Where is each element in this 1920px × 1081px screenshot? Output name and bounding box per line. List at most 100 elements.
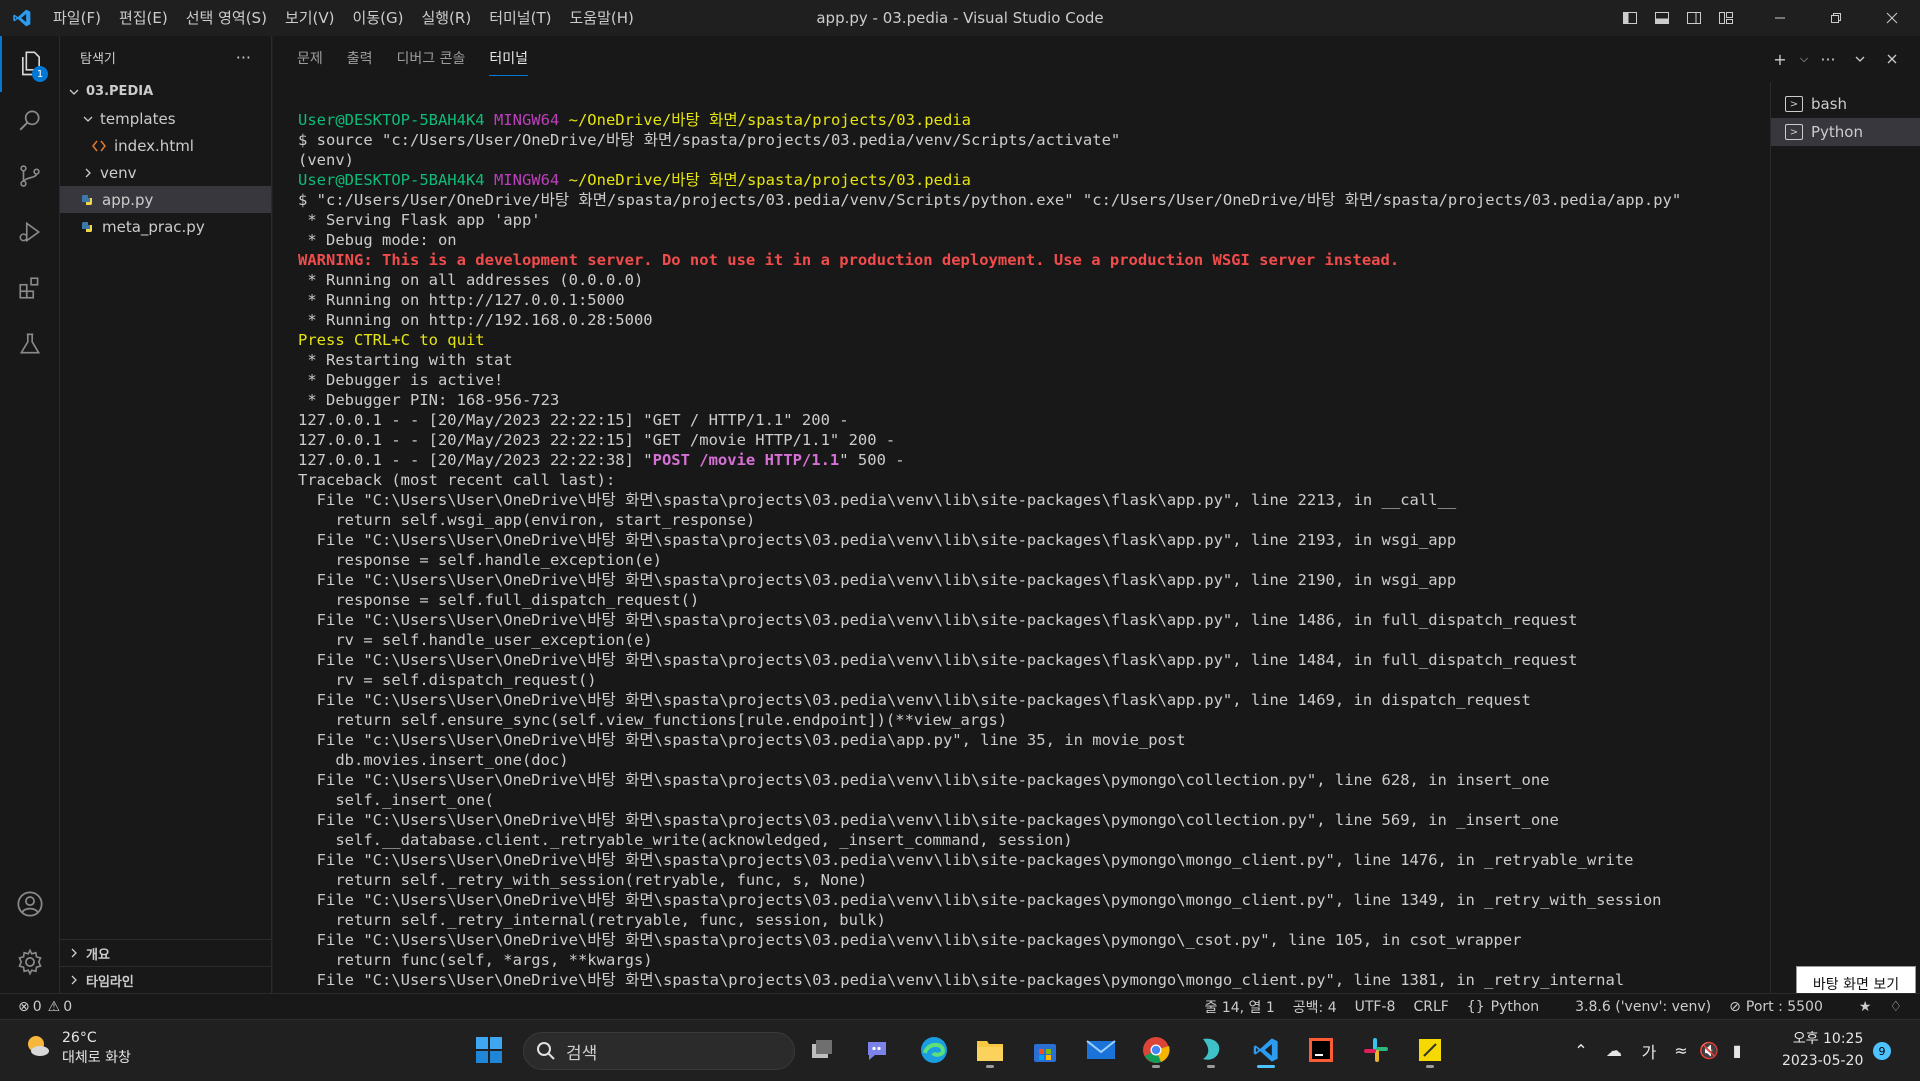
encoding[interactable]: UTF-8 — [1355, 999, 1396, 1015]
terminal-text-segment: " 500 - — [839, 451, 905, 469]
microsoft-store-icon[interactable] — [1025, 1030, 1065, 1070]
wifi-icon[interactable]: ≈ — [1666, 1041, 1696, 1060]
terminal-line: Press CTRL+C to quit — [298, 330, 1681, 350]
outline-section[interactable]: 개요 — [60, 939, 272, 966]
terminal-line: return self.ensure_sync(self.view_functi… — [298, 710, 1681, 730]
chevron-right-icon — [80, 168, 96, 178]
terminal-line: 127.0.0.1 - - [20/May/2023 22:22:15] "GE… — [298, 430, 1681, 450]
tab-terminal[interactable]: 터미널 — [489, 36, 528, 82]
tree-item-templates[interactable]: templates — [60, 105, 271, 132]
taskbar-search[interactable]: 검색 — [523, 1032, 795, 1070]
toggle-primary-sidebar-icon[interactable] — [1614, 0, 1646, 36]
slack-icon[interactable] — [1356, 1030, 1396, 1070]
speaker-muted-icon[interactable]: 🔇 — [1696, 1041, 1722, 1060]
onedrive-cloud-icon[interactable]: ☁ — [1596, 1041, 1632, 1060]
tree-item-index-html[interactable]: index.html — [60, 132, 271, 159]
panel-actions: + ⌵ ··· — [1764, 36, 1908, 82]
vscode-taskbar-icon[interactable] — [1246, 1030, 1286, 1070]
running-indicator — [1207, 1065, 1215, 1068]
run-debug-icon[interactable] — [0, 204, 60, 260]
menu-terminal[interactable]: 터미널(T) — [480, 0, 560, 36]
menu-file[interactable]: 파일(F) — [44, 0, 110, 36]
feedback-icon[interactable]: ★ — [1859, 999, 1872, 1015]
terminal-text-segment: File "C:\Users\User\OneDrive\바탕 화면\spast… — [298, 891, 1662, 909]
close-window-icon[interactable] — [1864, 0, 1920, 36]
menu-edit[interactable]: 편집(E) — [110, 0, 177, 36]
terminal-line: return self._retry_internal(retryable, f… — [298, 910, 1681, 930]
menu-run[interactable]: 실행(R) — [412, 0, 480, 36]
ime-indicator[interactable]: 가 — [1632, 1039, 1666, 1063]
windows-start-icon[interactable] — [469, 1030, 509, 1070]
terminal-text-segment: * Serving Flask app 'app' — [298, 211, 541, 229]
more-actions-button[interactable]: ··· — [236, 48, 251, 67]
terminal-output[interactable]: User@DESKTOP-5BAH4K4 MINGW64 ~/OneDrive/… — [273, 82, 1770, 993]
terminal-text-segment: File "C:\Users\User\OneDrive\바탕 화면\spast… — [298, 491, 1457, 509]
git-bash-icon[interactable] — [1191, 1030, 1231, 1070]
python-interpreter[interactable]: 3.8.6 ('venv': venv) — [1575, 999, 1711, 1015]
problems-status[interactable]: ⊗ 0 ⚠ 0 — [0, 999, 72, 1015]
show-hidden-icons-chevron-icon[interactable]: ⌃ — [1566, 1041, 1596, 1060]
tree-item-venv[interactable]: venv — [60, 159, 271, 186]
account-icon[interactable] — [0, 876, 60, 932]
customize-layout-icon[interactable] — [1710, 0, 1742, 36]
teams-chat-icon[interactable] — [858, 1030, 898, 1070]
terminal-text-segment: * Running on http://192.168.0.28:5000 — [298, 311, 653, 329]
terminal-text-segment: File "C:\Users\User\OneDrive\바탕 화면\spast… — [298, 531, 1457, 549]
terminal-text-segment: response = self.handle_exception(e) — [298, 551, 662, 569]
language-mode[interactable]: {} Python — [1467, 999, 1557, 1015]
mail-icon[interactable] — [1081, 1030, 1121, 1070]
maximize-panel-chevron-icon[interactable] — [1844, 44, 1876, 74]
sticky-notes-icon[interactable] — [1410, 1030, 1450, 1070]
html-file-icon — [90, 140, 108, 152]
weather-widget[interactable]: 26°C 대체로 화창 — [24, 1028, 131, 1068]
tab-output[interactable]: 출력 — [347, 36, 373, 82]
edge-browser-icon[interactable] — [914, 1030, 954, 1070]
cursor-position[interactable]: 줄 14, 열 1 — [1204, 997, 1274, 1017]
more-actions-icon[interactable]: ··· — [1812, 44, 1844, 74]
taskbar-clock[interactable]: 오후 10:25 2023-05-20 — [1782, 1028, 1863, 1072]
file-explorer-icon[interactable] — [970, 1030, 1010, 1070]
terminal-text-segment: File "C:\Users\User\OneDrive\바탕 화면\spast… — [298, 651, 1578, 669]
terminal-session-python[interactable]: > Python — [1771, 118, 1920, 146]
terminal-line: self._insert_one( — [298, 790, 1681, 810]
running-indicator — [1152, 1065, 1160, 1068]
extensions-icon[interactable] — [0, 260, 60, 316]
source-control-icon[interactable] — [0, 148, 60, 204]
timeline-section[interactable]: 타임라인 — [60, 966, 272, 993]
intellij-icon[interactable] — [1301, 1030, 1341, 1070]
explorer-icon[interactable]: 1 — [0, 36, 60, 92]
menu-go[interactable]: 이동(G) — [344, 0, 413, 36]
restore-icon[interactable] — [1808, 0, 1864, 36]
end-of-line[interactable]: CRLF — [1413, 999, 1448, 1015]
new-terminal-plus-icon[interactable]: + — [1764, 44, 1796, 74]
notifications-bell-icon[interactable]: ♢ — [1889, 999, 1902, 1015]
toggle-secondary-sidebar-icon[interactable] — [1678, 0, 1710, 36]
menu-selection[interactable]: 선택 영역(S) — [177, 0, 276, 36]
tab-debug-console[interactable]: 디버그 콘솔 — [397, 36, 466, 82]
search-icon[interactable] — [0, 92, 60, 148]
battery-icon[interactable]: ▮ — [1722, 1041, 1752, 1060]
task-view-icon[interactable] — [802, 1030, 842, 1070]
toggle-panel-icon[interactable] — [1646, 0, 1678, 36]
live-server-port[interactable]: ⊘ Port : 5500 — [1729, 999, 1841, 1015]
notification-count-badge[interactable]: 9 — [1873, 1042, 1891, 1060]
terminal-line: * Serving Flask app 'app' — [298, 210, 1681, 230]
tree-item-app-py[interactable]: app.py — [60, 186, 271, 213]
terminal-session-bash[interactable]: > bash — [1771, 90, 1920, 118]
tree-item-meta-prac-py[interactable]: meta_prac.py — [60, 213, 271, 240]
workspace-root[interactable]: 03.PEDIA — [60, 78, 271, 105]
vscode-logo-icon[interactable] — [0, 0, 44, 36]
menu-view[interactable]: 보기(V) — [276, 0, 344, 36]
terminal-text-segment: File "C:\Users\User\OneDrive\바탕 화면\spast… — [298, 611, 1578, 629]
close-panel-icon[interactable] — [1876, 44, 1908, 74]
menu-help[interactable]: 도움말(H) — [560, 0, 642, 36]
settings-gear-icon[interactable] — [0, 934, 60, 990]
tab-problems[interactable]: 문제 — [297, 36, 323, 82]
minimize-icon[interactable] — [1752, 0, 1808, 36]
chrome-browser-icon[interactable] — [1136, 1030, 1176, 1070]
chevron-down-icon — [80, 114, 96, 124]
indentation[interactable]: 공백: 4 — [1293, 997, 1337, 1017]
terminal-profile-dropdown-icon[interactable]: ⌵ — [1796, 44, 1812, 74]
terminal-text-segment: * Running on all addresses (0.0.0.0) — [298, 271, 644, 289]
testing-icon[interactable] — [0, 316, 60, 372]
